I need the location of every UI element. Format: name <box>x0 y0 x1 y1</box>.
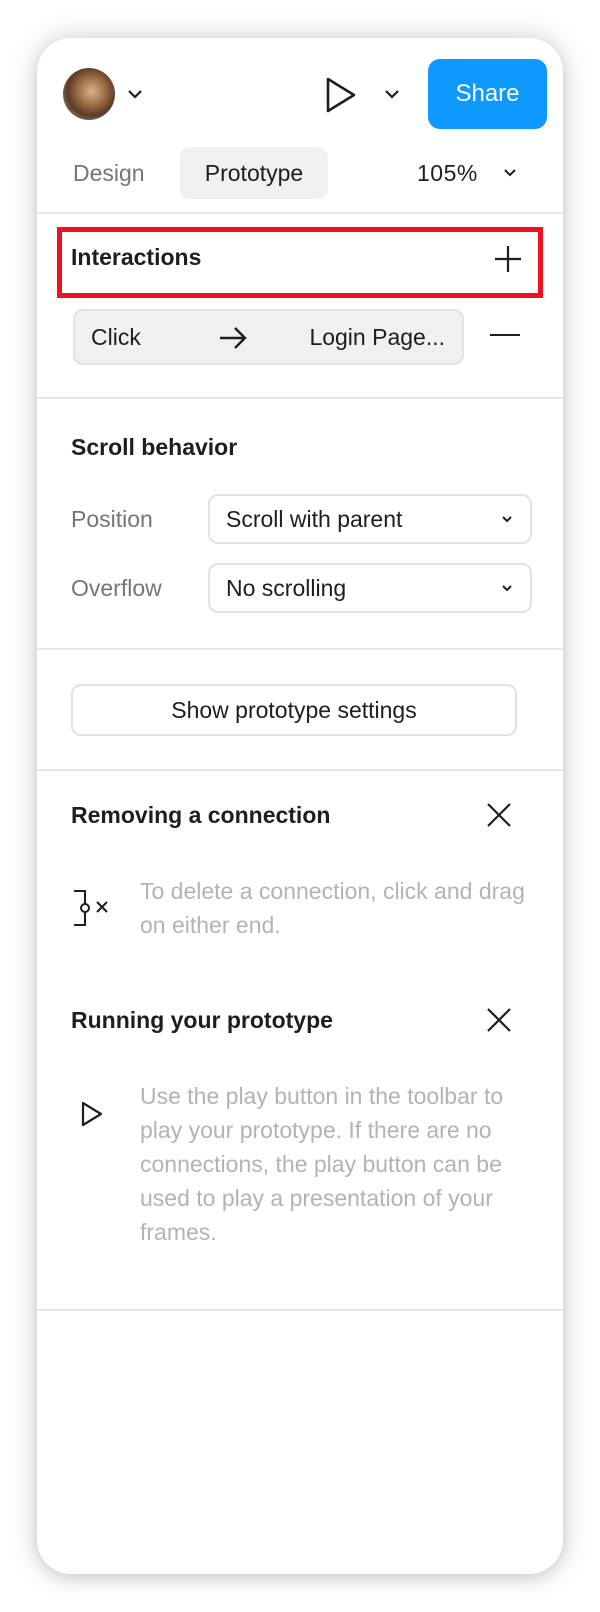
position-value: Scroll with parent <box>226 506 403 532</box>
share-button[interactable]: Share <box>428 59 547 129</box>
interaction-row[interactable]: Click Login Page... <box>73 309 464 365</box>
interactions-title: Interactions <box>71 244 202 270</box>
plus-icon[interactable] <box>493 244 523 274</box>
chevron-down-icon[interactable] <box>500 162 520 182</box>
divider <box>37 648 563 650</box>
close-icon[interactable] <box>485 1006 513 1034</box>
arrow-right-icon <box>220 327 247 349</box>
divider <box>37 397 563 399</box>
minus-icon[interactable] <box>490 334 520 336</box>
interaction-trigger: Click <box>91 324 141 350</box>
chevron-down-icon <box>502 585 512 592</box>
user-avatar[interactable] <box>63 68 115 120</box>
running-prototype-text: Use the play button in the toolbar to pl… <box>140 1083 504 1245</box>
overflow-value: No scrolling <box>226 575 347 601</box>
overflow-select[interactable]: No scrolling <box>208 563 532 613</box>
prototype-panel: Share Design Prototype 105% Interactions… <box>37 38 563 1574</box>
connection-remove-icon <box>74 890 108 926</box>
divider <box>37 769 563 771</box>
play-icon <box>81 1101 103 1127</box>
chevron-down-icon[interactable] <box>382 84 402 104</box>
position-label: Position <box>71 506 153 532</box>
tab-design[interactable]: Design <box>73 156 145 190</box>
zoom-level[interactable]: 105% <box>417 156 478 190</box>
removing-connection-title: Removing a connection <box>71 802 331 828</box>
scroll-behavior-title: Scroll behavior <box>71 434 238 460</box>
tab-prototype[interactable]: Prototype <box>180 147 328 199</box>
show-prototype-settings-button[interactable]: Show prototype settings <box>71 684 517 736</box>
close-icon[interactable] <box>485 801 513 829</box>
position-select[interactable]: Scroll with parent <box>208 494 532 544</box>
chevron-down-icon <box>502 516 512 523</box>
divider <box>37 1309 563 1311</box>
play-icon[interactable] <box>325 76 357 114</box>
chevron-down-icon[interactable] <box>125 84 145 104</box>
running-prototype-title: Running your prototype <box>71 1007 333 1033</box>
divider <box>37 212 563 214</box>
interaction-destination: Login Page... <box>309 324 445 350</box>
removing-connection-text: To delete a connection, click and drag o… <box>140 878 525 938</box>
overflow-label: Overflow <box>71 575 162 601</box>
